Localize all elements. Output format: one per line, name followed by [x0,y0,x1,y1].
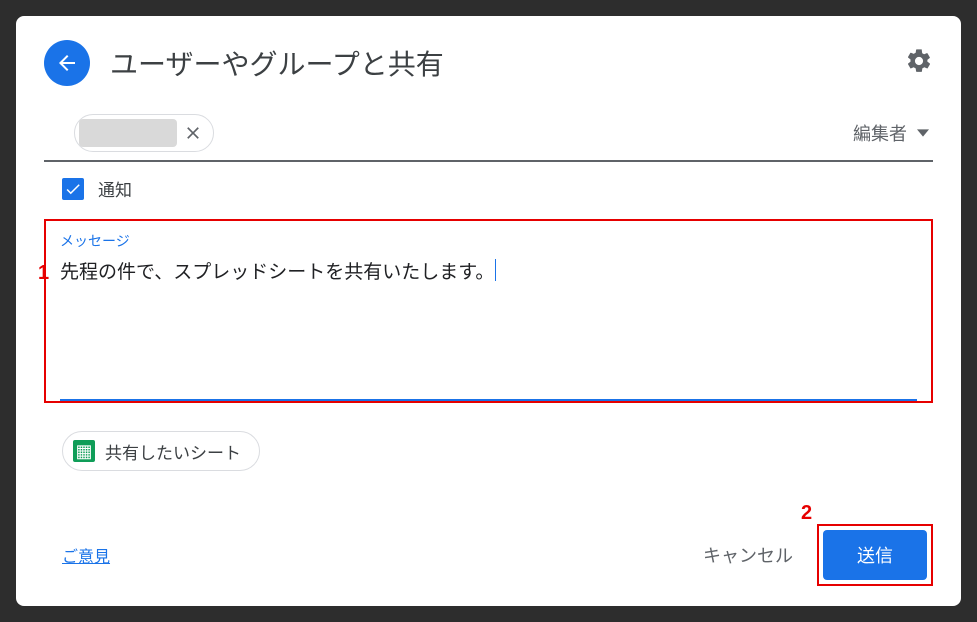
dialog-footer: ご意見 キャンセル 2 送信 [44,524,933,586]
message-field[interactable]: メッセージ 先程の件で、スプレッドシートを共有いたします。 [60,231,917,401]
feedback-link[interactable]: ご意見 [62,543,110,567]
message-text: 先程の件で、スプレッドシートを共有いたします。 [60,262,494,283]
close-icon [183,123,203,143]
message-label: メッセージ [60,231,917,251]
settings-button[interactable] [905,47,933,80]
gear-icon [905,47,933,75]
back-button[interactable] [44,40,90,86]
share-dialog: ユーザーやグループと共有 編集者 通知 1 メッセージ 先程の件で、スプ [16,16,961,606]
dialog-header: ユーザーやグループと共有 [44,40,933,86]
notify-row: 通知 [44,176,933,201]
recipients-list [74,114,214,152]
dialog-title: ユーザーやグループと共有 [110,43,885,83]
annotation-marker-2: 2 [801,502,812,525]
cancel-button[interactable]: キャンセル [695,532,801,578]
annotation-marker-1: 1 [38,262,49,285]
notify-checkbox[interactable] [62,178,84,200]
check-icon [64,180,82,198]
role-label: 編集者 [853,120,907,146]
attachment-chip[interactable]: ▦ 共有したいシート [62,431,260,471]
sheets-icon: ▦ [73,440,95,462]
message-field-highlight: メッセージ 先程の件で、スプレッドシートを共有いたします。 [44,219,933,403]
attachment-name: 共有したいシート [105,439,241,464]
recipient-name-redacted [79,119,177,147]
text-cursor [495,259,496,281]
arrow-left-icon [55,51,79,75]
remove-recipient-button[interactable] [181,121,205,145]
caret-down-icon [917,127,929,139]
notify-label: 通知 [98,176,132,201]
send-button-highlight: 2 送信 [817,524,933,586]
send-button[interactable]: 送信 [823,530,927,580]
recipients-row: 編集者 [44,114,933,162]
recipient-chip[interactable] [74,114,214,152]
footer-buttons: キャンセル 2 送信 [695,524,933,586]
role-dropdown[interactable]: 編集者 [853,120,933,146]
